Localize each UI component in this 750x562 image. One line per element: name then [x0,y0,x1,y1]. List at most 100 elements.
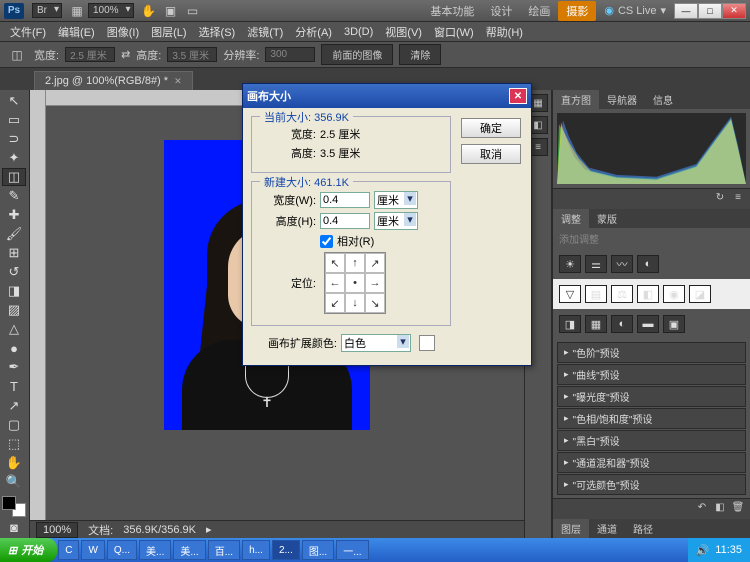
menu-help[interactable]: 帮助(H) [480,22,529,42]
menu-filter[interactable]: 滤镜(T) [241,22,289,42]
cs-live[interactable]: ◉CS Live▾ [604,4,666,17]
swap-wh-icon[interactable]: ⇄ [121,48,130,61]
tab-layers[interactable]: 图层 [553,519,589,538]
workspace-basic[interactable]: 基本功能 [422,1,482,21]
tool-heal[interactable]: ✚ [2,206,26,224]
histo-menu-icon[interactable]: ≡ [730,192,746,206]
tool-3d[interactable]: ⬚ [2,435,26,453]
preset-curves[interactable]: "曲线"预设 [557,364,746,385]
ok-button[interactable]: 确定 [461,118,521,138]
adj-invert-icon[interactable]: ◨ [559,315,581,333]
tool-blur[interactable]: △ [2,320,26,338]
document-tab[interactable]: 2.jpg @ 100%(RGB/8#) * ✕ [34,71,193,90]
tool-stamp[interactable]: ⊞ [2,244,26,262]
bridge-dropdown[interactable]: Br [32,3,62,18]
new-height-unit[interactable]: 厘米 [374,212,418,230]
adj-gradmap-icon[interactable]: ▬ [637,315,659,333]
taskbar-item-7[interactable]: 2... [272,540,300,560]
taskbar-item-4[interactable]: 美... [173,540,205,560]
ext-color-swatch[interactable] [419,335,435,351]
preset-levels[interactable]: "色阶"预设 [557,342,746,363]
clear-button[interactable]: 清除 [399,44,441,65]
tool-shape[interactable]: ▢ [2,416,26,434]
minimize-button[interactable]: — [674,3,698,19]
adj-vibrance-icon[interactable]: ▽ [559,285,581,303]
adj-curves-icon[interactable]: 〰 [611,255,633,273]
menu-view[interactable]: 视图(V) [379,22,428,42]
adj-chanmix-icon[interactable]: ◪ [689,285,711,303]
tab-navigator[interactable]: 导航器 [599,90,645,109]
dialog-titlebar[interactable]: 画布大小 ✕ [243,84,531,108]
menu-layer[interactable]: 图层(L) [145,22,192,42]
histo-refresh-icon[interactable]: ↻ [712,192,728,206]
start-button[interactable]: ⊞开始 [0,538,57,562]
tool-zoom[interactable]: 🔍 [2,473,26,491]
opt-height-input[interactable] [167,47,217,62]
adj-bw-icon[interactable]: ◧ [637,285,659,303]
tool-pen[interactable]: ✒ [2,358,26,376]
arrange-icon[interactable]: ▣ [162,3,180,19]
menu-select[interactable]: 选择(S) [193,22,242,42]
workspace-design[interactable]: 设计 [482,1,520,21]
tool-brush[interactable]: 🖌 [2,225,26,243]
taskbar-item-6[interactable]: h... [242,540,270,560]
preset-exposure[interactable]: "曝光度"预设 [557,386,746,407]
menu-file[interactable]: 文件(F) [4,22,52,42]
adj-levels-icon[interactable]: ⚌ [585,255,607,273]
tool-marquee[interactable]: ▭ [2,111,26,129]
taskbar-item-5[interactable]: 百... [208,540,240,560]
adj-trash-icon[interactable]: 🗑 [730,502,746,516]
tab-adjustments[interactable]: 调整 [553,209,589,228]
preset-hue[interactable]: "色相/饱和度"预设 [557,408,746,429]
adj-exposure-icon[interactable]: ◐ [637,255,659,273]
dialog-close-icon[interactable]: ✕ [509,88,527,104]
tab-paths[interactable]: 路径 [625,519,661,538]
tool-history-brush[interactable]: ↺ [2,263,26,281]
tool-lasso[interactable]: ⊃ [2,130,26,148]
adj-thresh-icon[interactable]: ◐ [611,315,633,333]
adj-balance-icon[interactable]: ⚖ [611,285,633,303]
taskbar-item-9[interactable]: 一... [336,540,368,560]
tool-move[interactable]: ↖ [2,92,26,110]
tab-info[interactable]: 信息 [645,90,681,109]
maximize-button[interactable]: □ [698,3,722,19]
new-width-input[interactable] [320,192,370,208]
zoom-dropdown[interactable]: 100% [88,3,134,18]
tab-close-icon[interactable]: ✕ [174,76,182,87]
menu-window[interactable]: 窗口(W) [428,22,480,42]
status-arrow-icon[interactable]: ▸ [206,523,212,536]
taskbar-item-3[interactable]: 美... [139,540,171,560]
opt-res-input[interactable] [265,47,315,62]
menu-image[interactable]: 图像(I) [101,22,145,42]
tool-type[interactable]: T [2,377,26,395]
adj-poster-icon[interactable]: ▦ [585,315,607,333]
status-zoom[interactable]: 100% [36,522,78,538]
preset-selcolor[interactable]: "可选颜色"预设 [557,474,746,495]
screen-mode-icon[interactable]: ▭ [184,3,202,19]
tool-eyedropper[interactable]: ✎ [2,187,26,205]
front-image-button[interactable]: 前面的图像 [321,44,393,65]
tool-dodge[interactable]: ● [2,339,26,357]
cancel-button[interactable]: 取消 [461,144,521,164]
adj-clip-icon[interactable]: ◧ [712,502,728,516]
tool-hand[interactable]: ✋ [2,454,26,472]
fg-bg-swatch[interactable] [2,496,26,517]
anchor-grid[interactable]: ↖↑↗ ←•→ ↙↓↘ [324,252,386,314]
tab-masks[interactable]: 蒙版 [589,209,625,228]
ext-color-select[interactable]: 白色 [341,334,411,352]
tool-gradient[interactable]: ▨ [2,301,26,319]
tool-eraser[interactable]: ◨ [2,282,26,300]
new-height-input[interactable] [320,213,370,229]
workspace-photo[interactable]: 摄影 [558,1,596,21]
close-button[interactable]: ✕ [722,3,746,19]
taskbar-item-2[interactable]: Q... [107,540,137,560]
tool-wand[interactable]: ✦ [2,149,26,167]
taskbar-item-0[interactable]: C [58,540,79,560]
adj-photo-filter-icon[interactable]: ◉ [663,285,685,303]
mini-bridge-icon[interactable]: ▦ [68,3,86,19]
new-width-unit[interactable]: 厘米 [374,191,418,209]
tool-path[interactable]: ↗ [2,397,26,415]
menu-analysis[interactable]: 分析(A) [289,22,338,42]
hand-icon[interactable]: ✋ [140,3,158,19]
system-tray[interactable]: 🔊11:35 [688,538,750,562]
